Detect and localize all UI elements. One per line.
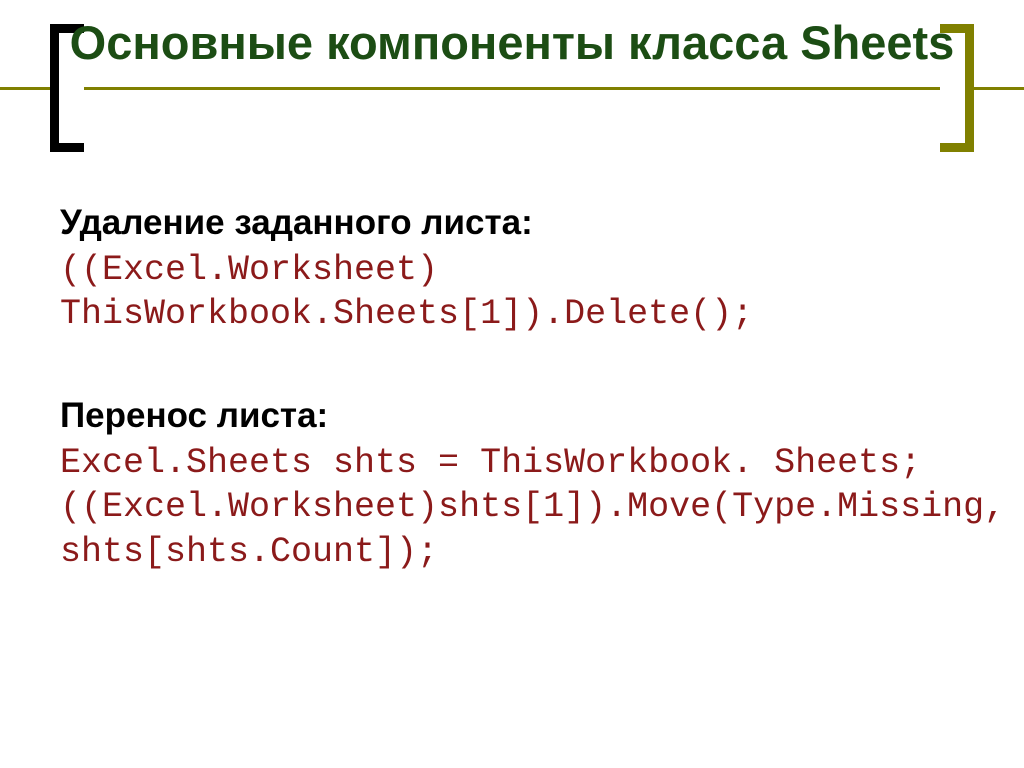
slide: Основные компоненты класса Sheets Удален… [0,0,1024,768]
horizontal-rule [0,87,1024,90]
section-heading-move: Перенос листа: [60,393,964,439]
code-block-move: Excel.Sheets shts = ThisWorkbook. Sheets… [60,441,964,575]
header-zone: Основные компоненты класса Sheets [0,0,1024,170]
code-block-delete: ((Excel.Worksheet) ThisWorkbook.Sheets[1… [60,248,964,338]
content-area: Удаление заданного листа: ((Excel.Worksh… [60,200,964,575]
section-heading-delete: Удаление заданного листа: [60,200,964,246]
slide-title: Основные компоненты класса Sheets [0,16,1024,70]
